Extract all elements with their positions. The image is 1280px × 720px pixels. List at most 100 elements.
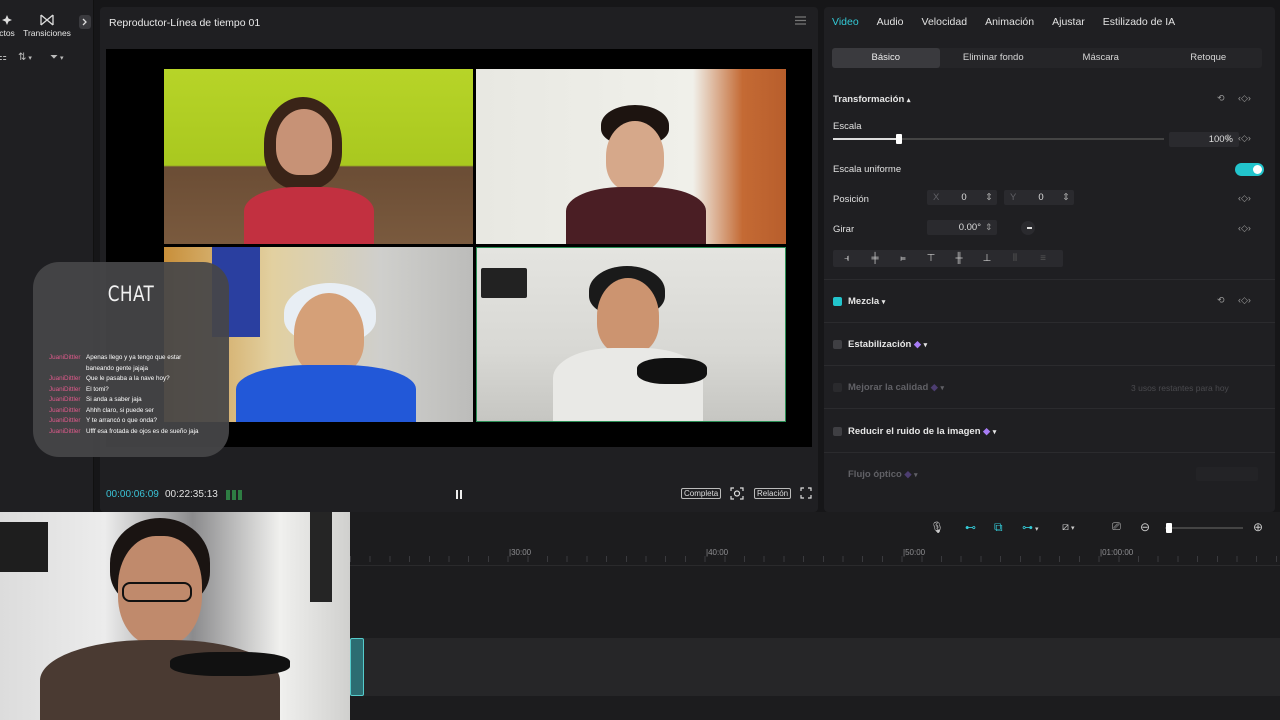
snap-toggle[interactable]: ⊷ (965, 521, 976, 534)
distribute-h-icon[interactable]: ⫴ (1001, 253, 1029, 264)
pause-button[interactable] (454, 488, 464, 500)
full-quality-button[interactable]: Completa (681, 488, 722, 499)
caption-button[interactable]: ⎚ (1112, 521, 1121, 534)
tab-animation[interactable]: Animación (985, 16, 1034, 28)
frame-focus-icon (730, 487, 744, 500)
chat-username: JuaniDittler (49, 375, 81, 382)
player-title: Reproductor-Línea de tiempo 01 (109, 17, 261, 29)
grid-view-button[interactable]: ⚏ (0, 52, 7, 63)
blend-label: Mezcla (848, 296, 880, 307)
grid-icon: ⚏ (0, 52, 7, 63)
keyframe-icon[interactable]: ‹◇› (1238, 223, 1251, 234)
zoom-out-button[interactable]: ⊖ (1140, 520, 1150, 534)
premium-gem-icon: ◆ (914, 339, 921, 349)
preview-axis-toggle[interactable]: ⊶ ▾ (1022, 521, 1038, 534)
tab-transitions[interactable]: Transiciones (23, 10, 71, 38)
chat-message: JuaniDittler Apenas llego y ya tengo que … (49, 353, 225, 364)
transitions-icon (40, 14, 54, 26)
chat-text: Si anda a saber jaja (86, 396, 142, 403)
scale-slider[interactable] (833, 134, 1164, 144)
align-top-icon[interactable]: ⊤ (917, 253, 945, 264)
keyframe-icon[interactable]: ‹◇› (1238, 133, 1251, 144)
webcam-bg-tv (0, 522, 48, 572)
subtab-retouch[interactable]: Retoque (1155, 48, 1263, 68)
x-label: X (933, 192, 940, 203)
subtab-mask[interactable]: Máscara (1047, 48, 1155, 68)
subtab-basic[interactable]: Básico (832, 48, 940, 68)
record-voice-button[interactable]: 🎙 (930, 521, 944, 534)
sort-button[interactable]: ⇅ ▾ (18, 52, 32, 63)
y-value: 0 (1038, 192, 1044, 203)
align-center-v-icon[interactable]: ╫ (945, 253, 973, 264)
inspector-tabs: Video Audio Velocidad Animación Ajustar … (832, 16, 1193, 28)
split-button[interactable]: ⧄ ▾ (1062, 521, 1074, 534)
aspect-ratio-button[interactable]: Relación (754, 488, 792, 499)
screenshot-button[interactable] (730, 487, 744, 503)
align-right-icon[interactable]: ⫢ (889, 253, 917, 264)
chevron-down-icon: ▾ (28, 54, 32, 62)
zoom-in-button[interactable]: ⊕ (1253, 520, 1263, 534)
timeline-toolbar: 🎙 ⊷ ⧉ ⊶ ▾ ⧄ ▾ ⎚ ⊖ ⊕ (350, 512, 1280, 544)
chat-message: JuaniDittler Que le pasaba a la nave hoy? (49, 374, 225, 385)
tab-ai-style[interactable]: Estilizado de IA (1103, 16, 1175, 28)
enhance-checkbox[interactable] (833, 383, 842, 392)
tab-audio[interactable]: Audio (877, 16, 904, 28)
subtab-remove-bg[interactable]: Eliminar fondo (940, 48, 1048, 68)
keyframe-icon[interactable]: ‹◇› (1238, 295, 1251, 306)
chevron-right-icon (82, 18, 87, 26)
video-track[interactable] (350, 638, 1280, 696)
keyframe-icon[interactable]: ‹◇› (1238, 193, 1251, 204)
align-left-icon[interactable]: ⫣ (833, 253, 861, 264)
tab-effects[interactable]: ctos (0, 10, 18, 38)
blend-section[interactable]: Mezcla ▾ (848, 296, 885, 307)
timeline-clip[interactable] (350, 638, 364, 696)
align-bottom-icon[interactable]: ⊥ (973, 253, 1001, 264)
uniform-scale-toggle[interactable] (1235, 163, 1264, 176)
chevron-down-icon: ▾ (923, 342, 928, 349)
filter-button[interactable]: ⏷ ▾ (50, 52, 64, 63)
transform-section[interactable]: Transformación ▴ (833, 94, 910, 105)
effects-icon (2, 15, 12, 25)
blend-checkbox[interactable] (833, 297, 842, 306)
expand-tabs-button[interactable] (79, 15, 91, 29)
zoom-slider[interactable] (1165, 523, 1243, 533)
x-value: 0 (961, 192, 967, 203)
chevron-down-icon: ▾ (881, 299, 886, 306)
chat-username: JuaniDittler (49, 354, 81, 361)
webcam-glasses (122, 582, 192, 602)
linkage-toggle[interactable]: ⧉ (994, 520, 1003, 535)
divider (824, 452, 1275, 453)
scale-stepper[interactable]: ⇕ (1224, 133, 1232, 144)
timeline-ruler[interactable]: |30:00 |40:00 |50:00 |01:00:00 (350, 544, 1280, 566)
reset-icon[interactable]: ⟲ (1217, 93, 1225, 104)
player-menu-button[interactable] (795, 16, 806, 28)
tab-video[interactable]: Video (832, 16, 859, 28)
distribute-v-icon[interactable]: ≡ (1029, 253, 1057, 264)
video-tile-4 (476, 247, 786, 422)
optical-flow-label: Flujo óptico (848, 469, 902, 480)
enhance-section[interactable]: Mejorar la calidad ◆ ▾ (848, 382, 944, 393)
rotate-dial[interactable] (1021, 221, 1035, 235)
tab-speed[interactable]: Velocidad (922, 16, 968, 28)
fullscreen-button[interactable] (800, 487, 812, 502)
reset-icon[interactable]: ⟲ (1217, 295, 1225, 306)
premium-gem-icon: ◆ (983, 426, 991, 436)
optical-flow-section[interactable]: Flujo óptico ◆ ▾ (848, 469, 918, 480)
denoise-checkbox[interactable] (833, 427, 842, 436)
current-time: 00:00:06:09 (106, 489, 159, 500)
stepper-icon[interactable]: ⇕ (985, 222, 993, 233)
tab-adjust[interactable]: Ajustar (1052, 16, 1085, 28)
align-center-h-icon[interactable]: ╪ (861, 253, 889, 264)
stabilize-checkbox[interactable] (833, 340, 842, 349)
chat-message: baneando gente jajaja (49, 364, 225, 375)
divider (824, 408, 1275, 409)
denoise-section[interactable]: Reducir el ruido de la imagen ◆ ▾ (848, 426, 996, 437)
stepper-icon[interactable]: ⇕ (985, 192, 993, 203)
stabilize-section[interactable]: Estabilización ◆ ▾ (848, 339, 927, 350)
position-x-input[interactable]: X 0 ⇕ (927, 190, 997, 205)
stepper-icon[interactable]: ⇕ (1062, 192, 1070, 203)
position-y-input[interactable]: Y 0 ⇕ (1004, 190, 1074, 205)
optical-flow-select[interactable] (1196, 467, 1258, 481)
sort-icon: ⇅ (18, 52, 27, 63)
keyframe-icon[interactable]: ‹◇› (1238, 93, 1251, 104)
